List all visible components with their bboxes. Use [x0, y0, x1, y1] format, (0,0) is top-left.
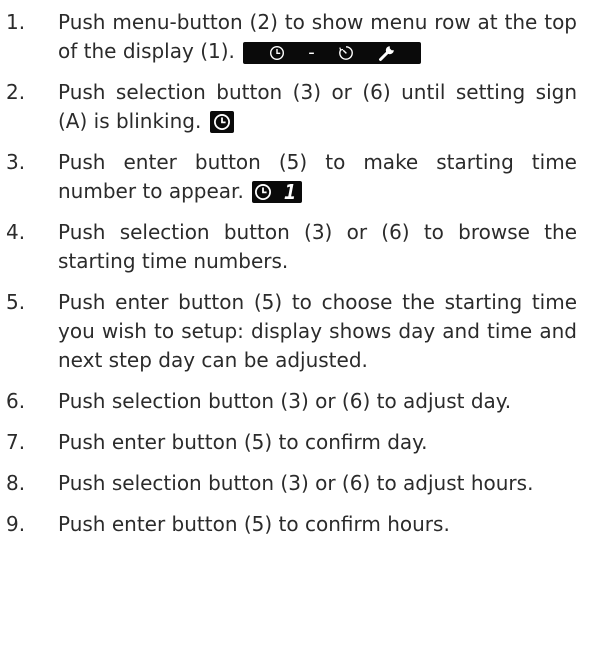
display-menu-row: -: [243, 42, 422, 64]
step-text-wrapper: Push enter button (5) to make starting t…: [58, 148, 583, 206]
step-number: 2.: [6, 80, 26, 104]
step-text: Push selection button (3) or (6) to adju…: [58, 471, 534, 495]
step-text: Push enter button (5) to confirm day.: [58, 430, 428, 454]
step-9: 9. Push enter button (5) to confirm hour…: [0, 510, 591, 539]
step-6: 6. Push selection button (3) or (6) to a…: [0, 387, 591, 416]
step-number: 8.: [6, 471, 26, 495]
step-text: Push selection button (3) or (6) to brow…: [58, 220, 577, 273]
instruction-steps: 1. Push menu-button (2) to show menu row…: [0, 0, 591, 539]
clock-icon: [269, 45, 284, 61]
step-text-wrapper: Push selection button (3) or (6) until s…: [58, 78, 583, 136]
step-text-wrapper: Push menu-button (2) to show menu row at…: [58, 8, 583, 66]
step-number: 7.: [6, 430, 26, 454]
display-setting-sign: [209, 111, 234, 133]
step-2: 2. Push selection button (3) or (6) unti…: [0, 78, 591, 136]
step-text: Push selection button (3) or (6) to adju…: [58, 389, 512, 413]
step-number: 1.: [6, 10, 26, 34]
step-text: Push enter button (5) to confirm hours.: [58, 512, 450, 536]
step-3: 3. Push enter button (5) to make startin…: [0, 148, 591, 206]
step-number: 4.: [6, 220, 26, 244]
step-text: Push selection button (3) or (6) until s…: [58, 80, 577, 133]
step-number: 9.: [6, 512, 26, 536]
wrench-icon: [378, 46, 394, 61]
timer-icon: [339, 46, 354, 60]
clock-icon: [255, 184, 272, 200]
step-number: 6.: [6, 389, 26, 413]
menu-dash: -: [308, 42, 315, 63]
clock-icon: [213, 114, 230, 130]
step-7: 7. Push enter button (5) to confirm day.: [0, 428, 591, 457]
step-5: 5. Push enter button (5) to choose the s…: [0, 288, 591, 375]
step-text: Push enter button (5) to choose the star…: [58, 290, 577, 372]
step-1: 1. Push menu-button (2) to show menu row…: [0, 8, 591, 66]
step-number: 5.: [6, 290, 26, 314]
step-8: 8. Push selection button (3) or (6) to a…: [0, 469, 591, 498]
starting-time-number: 1: [284, 180, 297, 204]
step-number: 3.: [6, 150, 26, 174]
step-4: 4. Push selection button (3) or (6) to b…: [0, 218, 591, 276]
step-text: Push enter button (5) to make starting t…: [58, 150, 577, 203]
display-starting-time: 1: [252, 180, 303, 204]
